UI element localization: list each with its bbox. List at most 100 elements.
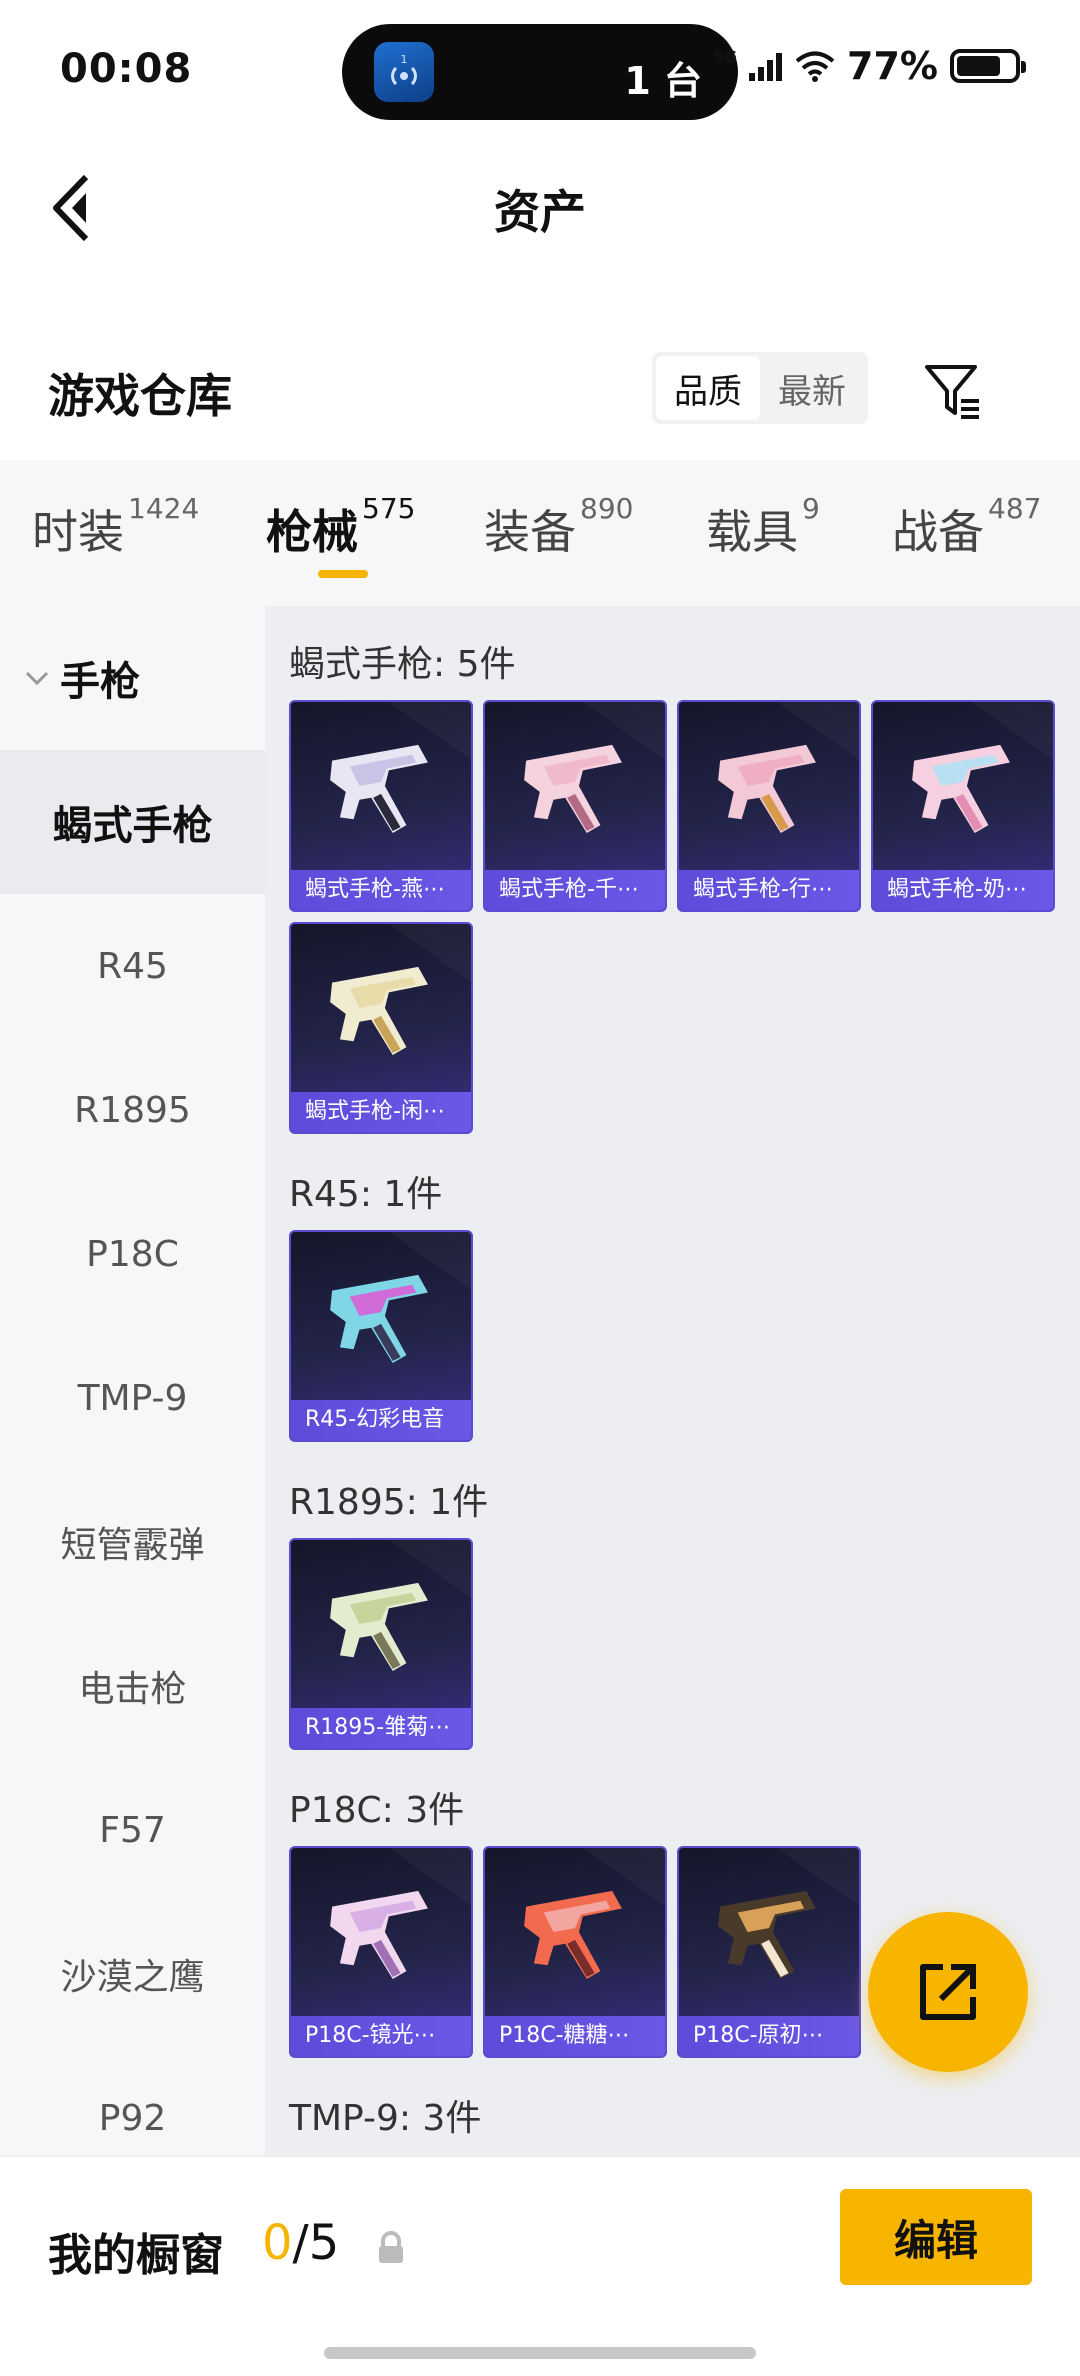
sidebar-item[interactable]: P92 [0,2046,265,2156]
sort-quality-button[interactable]: 品质 [656,356,760,420]
page-title: 资产 [494,185,586,239]
share-floating-button[interactable] [868,1912,1028,2072]
weapon-card-label: R1895-雏菊⋯ [291,1708,471,1748]
tab-label: 战备 [892,505,984,559]
sidebar-item[interactable]: R45 [0,894,265,1038]
group-title: R1895: 1件 [289,1482,489,1523]
weapon-card[interactable]: P18C-镜光⋯ [289,1846,473,2058]
weapon-image [718,744,816,833]
tab-label: 枪械 [266,505,358,559]
chevron-down-icon [25,671,49,686]
status-time: 00:08 [60,46,193,92]
sidebar-item[interactable]: 沙漠之鹰 [0,1902,265,2046]
signal-icon [749,53,783,81]
showcase-count: 0/5 [262,2215,339,2271]
edit-button[interactable]: 编辑 [840,2189,1032,2285]
weapon-card-label: P18C-糖糖⋯ [485,2016,665,2056]
home-indicator[interactable] [324,2347,756,2359]
weapon-card-label: 蝎式手枪-千⋯ [485,870,665,910]
weapon-image [524,1890,622,1979]
broadcast-app-icon: 1 [374,42,434,102]
tab-fashion[interactable]: 时装 1424 [32,492,199,562]
sidebar-item[interactable]: 短管霰弹 [0,1470,265,1614]
filter-icon [925,365,979,419]
navigation-bar: 资产 [0,140,1080,270]
weapon-card[interactable]: 蝎式手枪-奶⋯ [871,700,1055,912]
item-grid: R45-幻彩电音 [289,1230,1069,1442]
weapon-sidebar: 手枪 蝎式手枪 R45 R1895 P18C TMP-9 短管霰弹 电击枪 F5… [0,606,265,2156]
tab-label: 装备 [484,505,576,559]
sidebar-item[interactable]: F57 [0,1758,265,1902]
group-title: TMP-9: 3件 [289,2098,482,2139]
weapon-card-label: 蝎式手枪-行⋯ [679,870,859,910]
svg-text:1: 1 [401,53,408,66]
share-icon [920,1964,976,2020]
weapon-card[interactable]: 蝎式手枪-千⋯ [483,700,667,912]
weapon-card[interactable]: 蝎式手枪-闲⋯ [289,922,473,1134]
weapon-card-label: 蝎式手枪-燕⋯ [291,870,471,910]
status-bar: 00:08 1 1 台 5G 77% [0,0,1080,140]
weapon-card-label: P18C-原初⋯ [679,2016,859,2056]
weapon-card[interactable]: 蝎式手枪-行⋯ [677,700,861,912]
weapon-image [330,744,428,833]
battery-percent: 77% [847,44,938,88]
sidebar-item[interactable]: TMP-9 [0,1326,265,1470]
sort-newest-button[interactable]: 最新 [760,356,864,420]
tab-count: 575 [362,492,416,525]
sidebar-item[interactable]: P18C [0,1182,265,1326]
tab-count: 487 [988,492,1042,525]
network-type: 5G [712,46,738,66]
section-title: 游戏仓库 [48,369,232,423]
group-title: 蝎式手枪: 5件 [289,644,516,685]
weapon-image [524,744,622,833]
weapon-card-label: 蝎式手枪-奶⋯ [873,870,1053,910]
weapon-image [718,1890,816,1979]
filter-button[interactable] [918,356,988,426]
weapon-card[interactable]: R1895-雏菊⋯ [289,1538,473,1750]
tab-equipment[interactable]: 装备 890 [484,492,633,562]
dynamic-island[interactable]: 1 1 台 [342,24,738,120]
tab-label: 时装 [32,505,124,559]
sidebar-item[interactable]: 电击枪 [0,1614,265,1758]
tab-count: 9 [802,492,820,525]
status-indicators: 5G 77% [712,44,1026,88]
item-grid: 蝎式手枪-燕⋯ 蝎式手枪-千⋯ 蝎式手枪-行⋯ 蝎式手枪-奶⋯ 蝎式手枪-闲⋯ [289,700,1069,1134]
warehouse-header: 游戏仓库 品质 最新 [0,330,1080,450]
tab-vehicles[interactable]: 载具 9 [706,492,820,562]
tab-label: 载具 [706,505,798,559]
sidebar-item[interactable]: R1895 [0,1038,265,1182]
weapon-card-label: P18C-镜光⋯ [291,2016,471,2056]
showcase-bar: 我的橱窗 0/5 编辑 [0,2156,1080,2376]
showcase-label: 我的橱窗 [48,2230,224,2281]
weapon-card-label: 蝎式手枪-闲⋯ [291,1092,471,1132]
weapon-image [330,1582,428,1671]
sort-toggle: 品质 最新 [652,352,868,424]
group-title: P18C: 3件 [289,1790,465,1831]
sidebar-group-label: 手枪 [60,659,140,705]
weapon-card[interactable]: P18C-原初⋯ [677,1846,861,2058]
weapon-card[interactable]: 蝎式手枪-燕⋯ [289,700,473,912]
weapon-image [912,744,1010,833]
showcase-total: /5 [292,2215,340,2271]
tab-count: 890 [580,492,634,525]
battery-level [957,56,1001,76]
group-title: R45: 1件 [289,1174,443,1215]
weapon-image [330,966,428,1055]
weapon-card[interactable]: R45-幻彩电音 [289,1230,473,1442]
wifi-icon [795,51,835,82]
weapon-card-label: R45-幻彩电音 [291,1400,471,1440]
weapon-card[interactable]: P18C-糖糖⋯ [483,1846,667,2058]
tab-active-indicator [318,570,368,578]
item-grid: R1895-雏菊⋯ [289,1538,1069,1750]
tab-firearms[interactable]: 枪械 575 [266,492,415,562]
tab-supplies[interactable]: 战备 487 [892,492,1041,562]
showcase-current: 0 [262,2215,293,2271]
sidebar-item[interactable]: 蝎式手枪 [0,750,265,894]
weapon-image [330,1274,428,1363]
tab-count: 1424 [128,492,200,525]
lock-icon [379,2231,403,2263]
battery-icon [950,49,1026,83]
category-tabs: 时装 1424 枪械 575 装备 890 载具 9 战备 487 [0,460,1080,606]
weapon-image [330,1890,428,1979]
sidebar-group-pistols[interactable]: 手枪 [0,606,265,750]
